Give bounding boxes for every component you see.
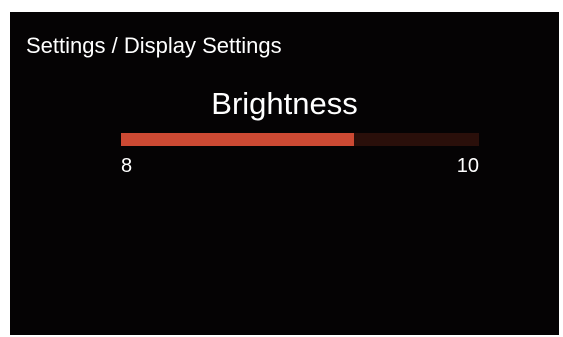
breadcrumb: Settings / Display Settings bbox=[26, 33, 282, 58]
slider-min-label: 8 bbox=[121, 155, 133, 177]
brightness-slider[interactable] bbox=[121, 133, 479, 146]
display-screen: Settings / Display Settings Brightness 8… bbox=[10, 12, 559, 335]
slider-max-label: 10 bbox=[456, 155, 479, 177]
brightness-slider-fill bbox=[121, 133, 354, 146]
setting-title: Brightness bbox=[211, 86, 358, 121]
